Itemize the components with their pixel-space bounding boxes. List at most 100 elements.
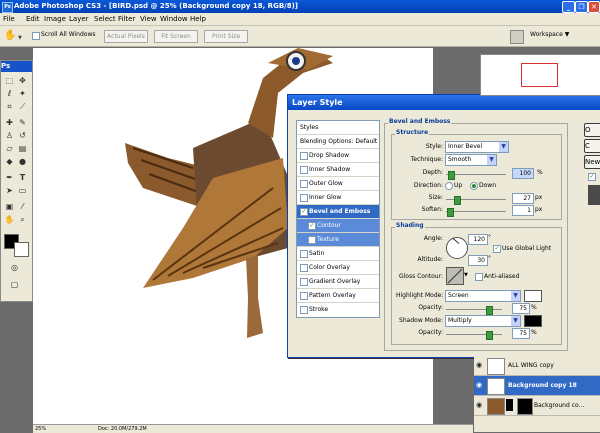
contour-item[interactable]: ✓ Contour (297, 219, 379, 233)
technique-chevron-down-icon[interactable]: ▼ (487, 155, 496, 165)
screen-mode-icon[interactable]: ▢ (9, 279, 20, 290)
highlight-mode-chevron-down-icon[interactable]: ▼ (511, 291, 520, 301)
menu-layer[interactable]: Layer (69, 14, 89, 24)
satin-item[interactable]: Satin (297, 247, 379, 261)
path-selection-tool-icon[interactable]: ➤ (4, 185, 15, 196)
tool-preset-chevron-down-icon[interactable]: ▼ (18, 35, 22, 41)
workspace-menu-button[interactable]: Workspace ▼ (530, 31, 569, 38)
highlight-opacity-input[interactable]: 75 (512, 303, 530, 314)
layer-row-background-co[interactable]: ◉ Background co... (474, 396, 600, 416)
print-size-button[interactable]: Print Size (204, 30, 248, 43)
magic-wand-tool-icon[interactable]: ✦ (17, 88, 28, 99)
menu-window[interactable]: Window (160, 14, 188, 24)
bevel-emboss-item[interactable]: ✓ Bevel and Emboss (297, 205, 379, 219)
angle-input[interactable]: 120 (468, 234, 488, 245)
lasso-tool-icon[interactable]: ℓ (4, 88, 15, 99)
layer-row-all-wing-copy[interactable]: ◉ ALL WING copy (474, 356, 600, 376)
new-style-button[interactable]: New (584, 155, 600, 169)
inner-glow-checkbox[interactable] (300, 194, 308, 202)
stroke-item[interactable]: Stroke (297, 303, 379, 316)
inner-glow-item[interactable]: Inner Glow (297, 191, 379, 205)
shadow-opacity-input[interactable]: 75 (512, 328, 530, 339)
notes-tool-icon[interactable]: ▣ (4, 201, 15, 212)
quick-mask-icon[interactable]: ◎ (9, 262, 20, 273)
history-brush-tool-icon[interactable]: ↺ (17, 130, 28, 141)
pattern-overlay-checkbox[interactable] (300, 292, 308, 300)
highlight-opacity-slider-thumb[interactable] (486, 306, 493, 315)
shadow-opacity-slider[interactable] (446, 334, 502, 335)
crop-tool-icon[interactable]: ⌗ (4, 101, 15, 112)
menu-view[interactable]: View (140, 14, 157, 24)
soften-input[interactable]: 1 (512, 205, 534, 216)
inner-shadow-item[interactable]: Inner Shadow (297, 163, 379, 177)
scroll-all-windows-checkbox[interactable] (32, 32, 40, 40)
zoom-tool-icon[interactable]: ⌕ (17, 214, 28, 225)
color-overlay-checkbox[interactable] (300, 264, 308, 272)
direction-up-radio[interactable] (445, 182, 453, 190)
shadow-mode-chevron-down-icon[interactable]: ▼ (511, 316, 520, 326)
satin-checkbox[interactable] (300, 250, 308, 258)
dodge-tool-icon[interactable]: ● (17, 156, 28, 167)
clone-stamp-tool-icon[interactable]: ♙ (4, 130, 15, 141)
bevel-emboss-checkbox[interactable]: ✓ (300, 208, 308, 216)
menu-filter[interactable]: Filter (118, 14, 135, 24)
dialog-title-bar[interactable]: Layer Style (288, 95, 600, 110)
direction-down-radio[interactable] (470, 182, 478, 190)
restore-button[interactable]: ❐ (575, 1, 588, 13)
shape-tool-icon[interactable]: ▭ (17, 185, 28, 196)
type-tool-icon[interactable]: T (17, 172, 28, 183)
depth-slider-thumb[interactable] (448, 171, 455, 180)
layer-mask-thumbnail[interactable] (517, 398, 533, 415)
shadow-mode-select[interactable]: Multiply ▼ (445, 315, 521, 327)
fit-screen-button[interactable]: Fit Screen (154, 30, 198, 43)
drop-shadow-item[interactable]: Drop Shadow (297, 149, 379, 163)
blur-tool-icon[interactable]: ◆ (4, 156, 15, 167)
menu-help[interactable]: Help (190, 14, 206, 24)
actual-pixels-button[interactable]: Actual Pixels (104, 30, 148, 43)
background-color-swatch[interactable] (14, 242, 29, 257)
depth-input[interactable]: 100 (512, 168, 534, 179)
gradient-tool-icon[interactable]: ▤ (17, 143, 28, 154)
stroke-checkbox[interactable] (300, 306, 308, 314)
style-select[interactable]: Inner Bevel ▼ (445, 141, 509, 153)
soften-slider-thumb[interactable] (447, 208, 454, 217)
highlight-color-swatch[interactable] (524, 290, 542, 302)
texture-item[interactable]: Texture (297, 233, 379, 247)
pattern-overlay-item[interactable]: Pattern Overlay (297, 289, 379, 303)
window-title-bar[interactable]: Ps Adobe Photoshop CS3 - [BIRD.psd @ 25%… (0, 0, 600, 13)
tools-panel-header[interactable]: Ps (1, 61, 32, 72)
menu-select[interactable]: Select (94, 14, 116, 24)
anti-aliased-checkbox[interactable] (475, 273, 483, 281)
gloss-contour-preview[interactable] (446, 267, 464, 285)
color-overlay-item[interactable]: Color Overlay (297, 261, 379, 275)
brush-tool-icon[interactable]: ✎ (17, 117, 28, 128)
gradient-overlay-item[interactable]: Gradient Overlay (297, 275, 379, 289)
outer-glow-checkbox[interactable] (300, 180, 308, 188)
gradient-overlay-checkbox[interactable] (300, 278, 308, 286)
angle-dial[interactable] (446, 237, 468, 259)
gloss-contour-chevron-down-icon[interactable]: ▼ (464, 272, 468, 278)
cancel-button[interactable]: C (584, 139, 600, 153)
menu-edit[interactable]: Edit (26, 14, 40, 24)
ok-button[interactable]: O (584, 123, 600, 137)
size-slider-thumb[interactable] (454, 196, 461, 205)
soften-slider[interactable] (446, 211, 506, 212)
depth-slider[interactable] (446, 174, 506, 175)
healing-brush-tool-icon[interactable]: ✚ (4, 117, 15, 128)
inner-shadow-checkbox[interactable] (300, 166, 308, 174)
close-button[interactable]: ✕ (588, 1, 600, 13)
pen-tool-icon[interactable]: ✒ (4, 172, 15, 183)
minimize-button[interactable]: _ (562, 1, 575, 13)
eyedropper-tool-icon[interactable]: ⁄ (17, 201, 28, 212)
palette-well-icon[interactable] (510, 30, 524, 44)
highlight-mode-select[interactable]: Screen ▼ (445, 290, 521, 302)
texture-checkbox[interactable] (308, 236, 316, 244)
preview-checkbox[interactable]: ✓ (588, 173, 596, 181)
menu-image[interactable]: Image (44, 14, 66, 24)
styles-header-item[interactable]: Styles (297, 121, 379, 135)
shadow-color-swatch[interactable] (524, 315, 542, 327)
blending-options-item[interactable]: Blending Options: Default (297, 135, 379, 149)
layer-visibility-eye-icon[interactable]: ◉ (476, 381, 484, 389)
slice-tool-icon[interactable]: ⟋ (17, 101, 28, 112)
size-input[interactable]: 27 (512, 193, 534, 204)
